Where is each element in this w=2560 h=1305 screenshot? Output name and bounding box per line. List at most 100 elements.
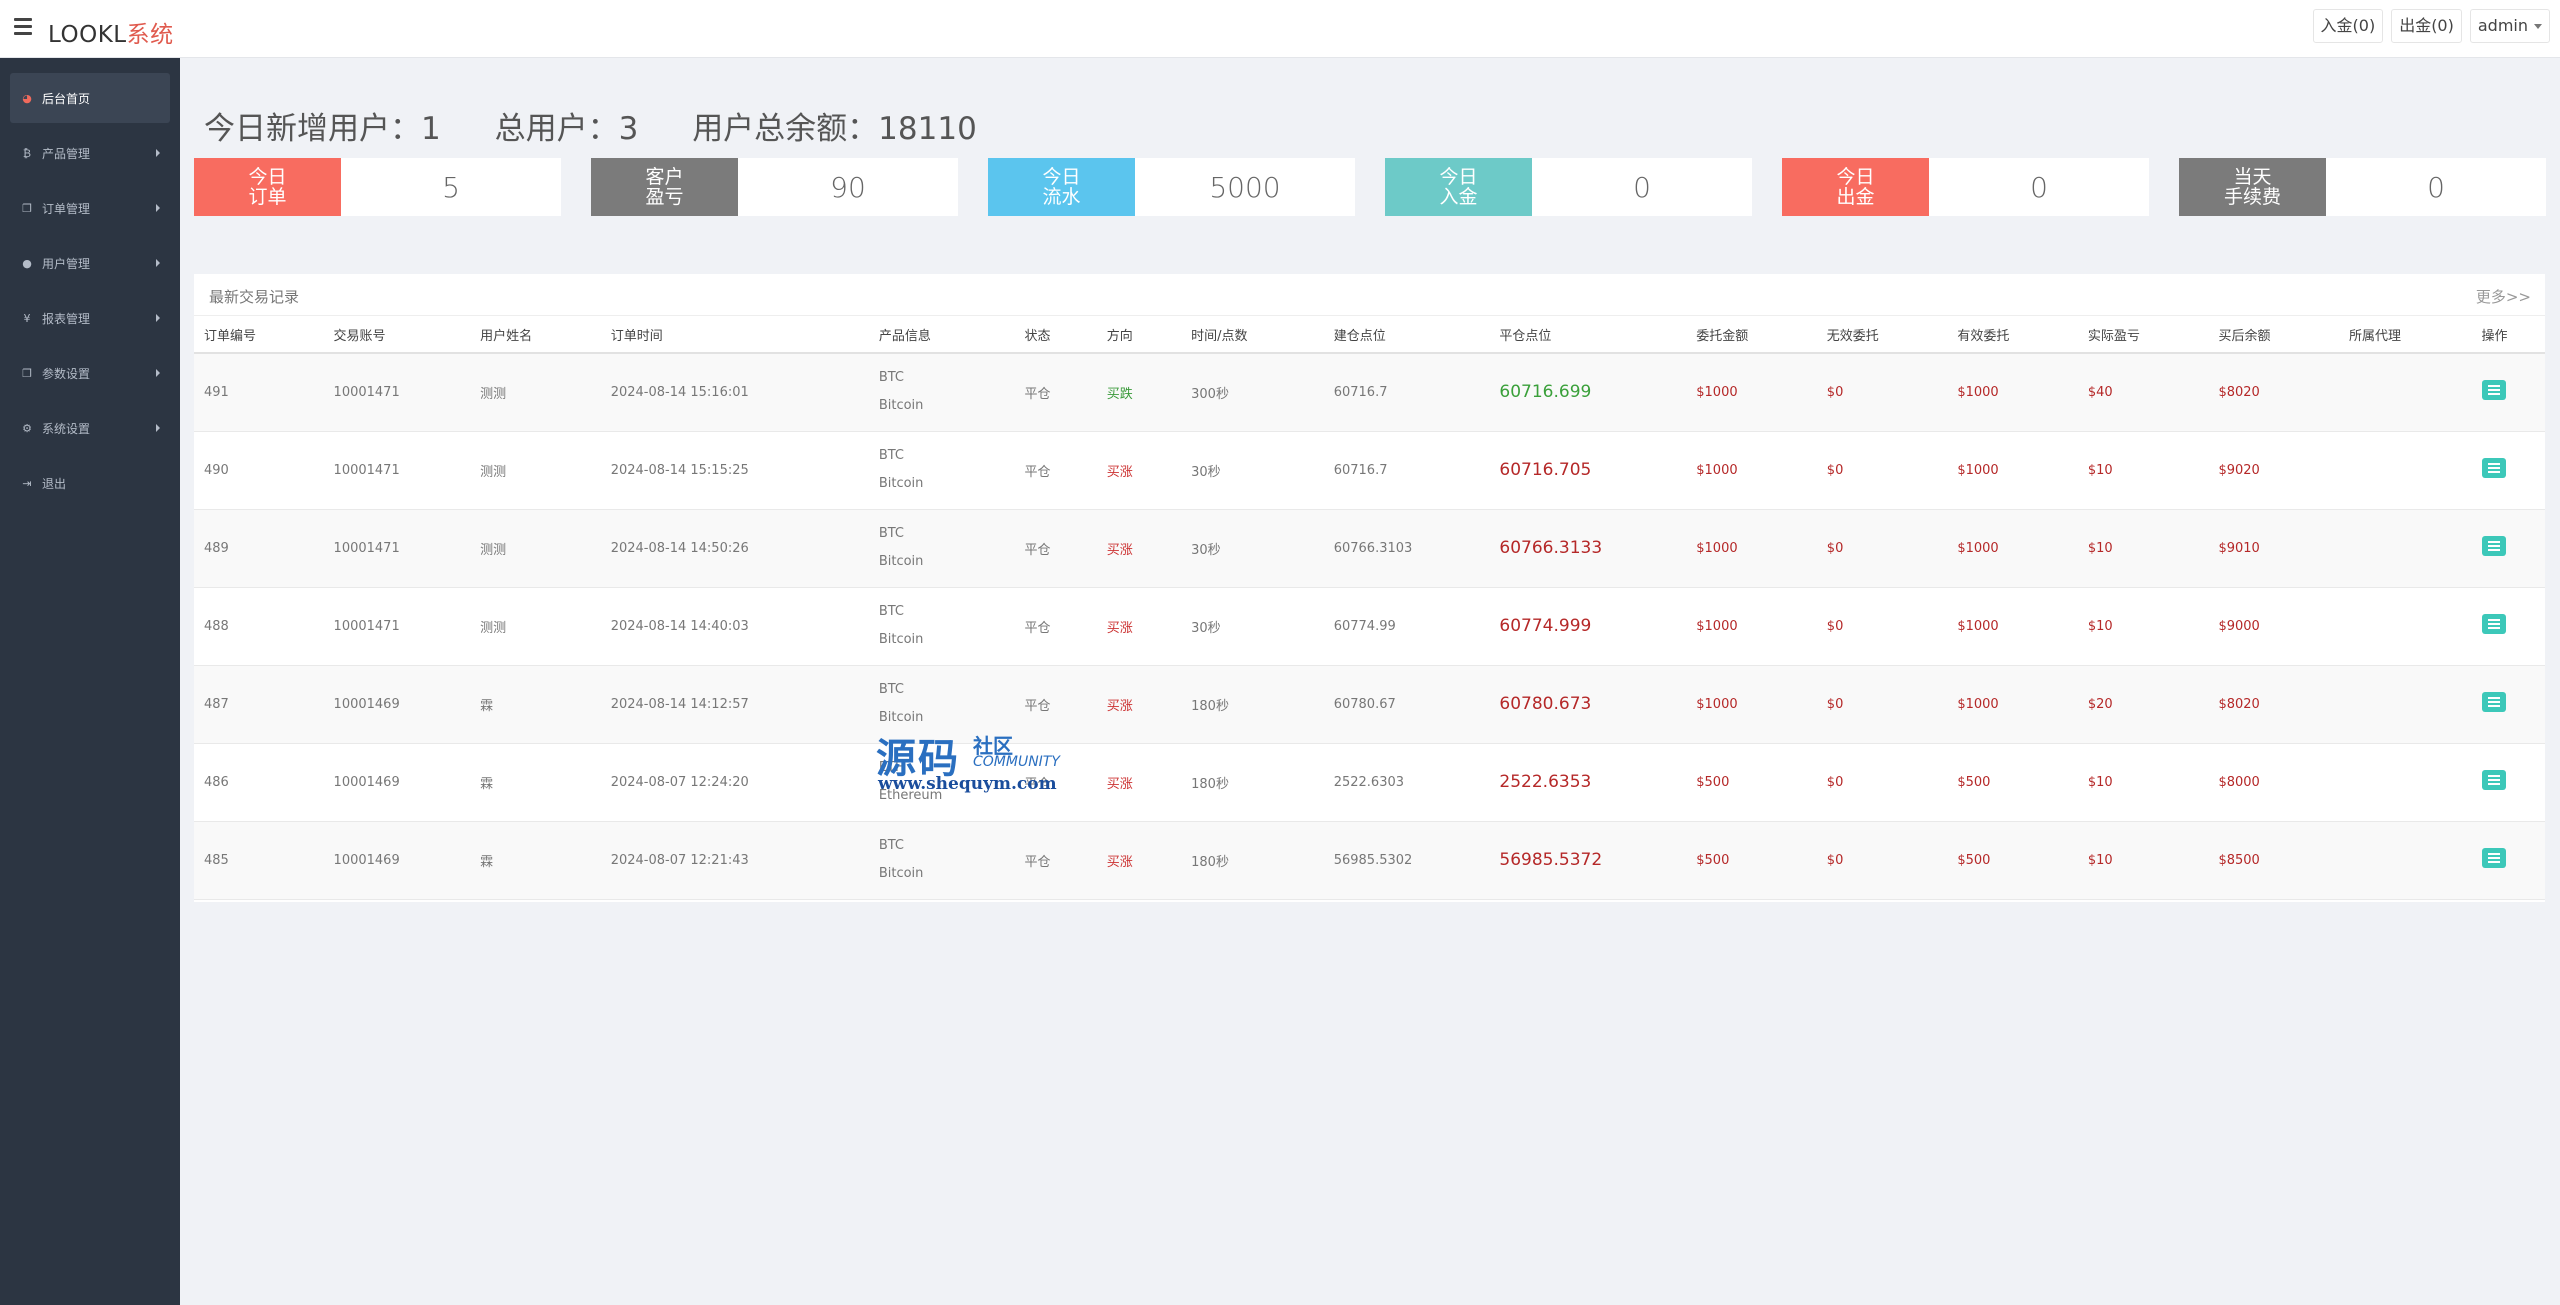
copy-icon: ❐ bbox=[22, 201, 32, 215]
account: 10001469 bbox=[324, 743, 471, 821]
invalid-amount-text: $0 bbox=[1826, 618, 1844, 634]
product-name: Bitcoin bbox=[878, 554, 924, 569]
balance-after-text: $9010 bbox=[2218, 540, 2260, 556]
agent bbox=[2339, 665, 2472, 743]
table-header-row: 订单编号 交易账号 用户姓名 订单时间 产品信息 状态 方向 时间/点数 建仓点位 平仓点位 委托金… bbox=[194, 316, 2545, 354]
open-price: 56985.5302 bbox=[1324, 821, 1490, 899]
invalid-amount-text: $0 bbox=[1826, 462, 1844, 478]
column-header: 交易账号 bbox=[323, 316, 471, 354]
open-price-text: 60716.7 bbox=[1333, 462, 1388, 478]
order-amount: $1000 bbox=[1686, 665, 1817, 743]
sidebar-item[interactable]: ◕ 后台首页 bbox=[10, 73, 170, 123]
order-time-text: 2024-08-07 12:24:20 bbox=[610, 774, 749, 790]
more-link[interactable]: 更多>> bbox=[2476, 286, 2531, 307]
duration-text: 180秒 bbox=[1191, 698, 1229, 714]
order-amount-text: $1000 bbox=[1696, 696, 1738, 712]
open-price: 2522.6303 bbox=[1324, 743, 1490, 821]
balance-after-text: $8020 bbox=[2218, 696, 2260, 712]
order-amount-text: $1000 bbox=[1696, 618, 1738, 634]
balance-after: $9010 bbox=[2208, 509, 2339, 587]
account: 10001469 bbox=[324, 821, 471, 899]
column-header: 订单编号 bbox=[194, 316, 324, 354]
open-price-text: 56985.5302 bbox=[1333, 852, 1413, 868]
trades-table: 订单编号 交易账号 用户姓名 订单时间 产品信息 状态 方向 时间/点数 建仓点位 平仓点位 委托金… bbox=[194, 316, 2545, 900]
order-time: 2024-08-07 12:24:20 bbox=[601, 743, 869, 821]
direction: 买涨 bbox=[1097, 431, 1181, 509]
operation bbox=[2472, 821, 2545, 899]
invalid-amount: $0 bbox=[1817, 665, 1948, 743]
duration-text: 180秒 bbox=[1191, 854, 1229, 870]
balance-after: $8500 bbox=[2208, 821, 2339, 899]
order-time: 2024-08-14 15:16:01 bbox=[601, 353, 869, 431]
sidebar-item[interactable]: ● 用户管理 bbox=[10, 238, 170, 288]
order-id-text: 488 bbox=[204, 618, 229, 634]
direction-text: 买涨 bbox=[1106, 464, 1133, 480]
order-id-text: 485 bbox=[204, 852, 229, 868]
chevron-right-icon bbox=[156, 204, 160, 212]
duration-text: 30秒 bbox=[1191, 464, 1221, 480]
view-details-icon[interactable] bbox=[2481, 770, 2506, 790]
profit-loss: $20 bbox=[2078, 665, 2209, 743]
stat-card: 今日 出金 0 bbox=[1782, 158, 2149, 216]
order-id-text: 487 bbox=[204, 696, 229, 712]
order-amount: $1000 bbox=[1686, 353, 1817, 431]
profit-loss-text: $10 bbox=[2087, 618, 2113, 634]
direction-text: 买涨 bbox=[1106, 542, 1133, 558]
panel-title: 最新交易记录 bbox=[209, 288, 300, 306]
order-time-text: 2024-08-07 12:21:43 bbox=[610, 852, 749, 868]
column-header: 平仓点位 bbox=[1489, 316, 1687, 354]
open-price: 60716.7 bbox=[1324, 431, 1490, 509]
order-id-text: 491 bbox=[204, 384, 229, 400]
sidebar-item[interactable]: ⇥ 退出 bbox=[10, 458, 170, 508]
withdraw-button[interactable]: 出金(0) bbox=[2391, 9, 2462, 43]
close-price: 60766.3133 bbox=[1489, 509, 1686, 587]
chevron-right-icon bbox=[156, 149, 160, 157]
view-details-icon[interactable] bbox=[2481, 692, 2506, 712]
product-info: BTC Bitcoin bbox=[869, 431, 1015, 509]
view-details-icon[interactable] bbox=[2481, 458, 2506, 478]
user-icon: ● bbox=[22, 256, 32, 270]
brand-logo: LOOKL系统 bbox=[48, 15, 174, 49]
watermark-community: COMMUNITY bbox=[973, 754, 1060, 770]
stat-card: 客户 盈亏 90 bbox=[591, 158, 958, 216]
operation bbox=[2472, 665, 2545, 743]
account: 10001471 bbox=[324, 509, 471, 587]
menu-toggle-icon[interactable] bbox=[14, 18, 32, 38]
product-name: Bitcoin bbox=[878, 398, 924, 414]
invalid-amount-text: $0 bbox=[1826, 774, 1844, 790]
view-details-icon[interactable] bbox=[2481, 536, 2506, 556]
sidebar-item[interactable]: ⚙ 系统设置 bbox=[10, 403, 170, 453]
open-price: 60780.67 bbox=[1324, 665, 1490, 743]
status-text: 平仓 bbox=[1024, 464, 1051, 480]
invalid-amount: $0 bbox=[1817, 353, 1948, 431]
duration: 180秒 bbox=[1181, 821, 1324, 899]
sidebar-item[interactable]: ❐ 订单管理 bbox=[10, 183, 170, 233]
view-details-icon[interactable] bbox=[2481, 848, 2506, 868]
view-details-icon[interactable] bbox=[2481, 380, 2506, 401]
product-info: BTC Bitcoin bbox=[869, 509, 1015, 587]
product-info: BTC Bitcoin bbox=[869, 587, 1015, 665]
order-time: 2024-08-14 14:40:03 bbox=[601, 587, 869, 665]
column-header: 操作 bbox=[2471, 316, 2545, 354]
deposit-button[interactable]: 入金(0) bbox=[2312, 9, 2384, 43]
user-name-text: 霖 bbox=[480, 854, 494, 870]
user-menu[interactable]: admin bbox=[2469, 9, 2550, 43]
agent bbox=[2339, 509, 2472, 587]
sidebar-item[interactable]: ¥ 报表管理 bbox=[10, 293, 170, 343]
chevron-right-icon bbox=[156, 259, 160, 267]
new-users-text: 今日新增用户：1 bbox=[204, 111, 441, 147]
sidebar-item[interactable]: ₿ 产品管理 bbox=[10, 128, 170, 178]
user-name: admin bbox=[2477, 16, 2528, 35]
order-id: 491 bbox=[194, 353, 324, 431]
invalid-amount: $0 bbox=[1817, 509, 1948, 587]
operation bbox=[2472, 743, 2545, 821]
valid-amount: $500 bbox=[1947, 821, 2078, 899]
account-text: 10001471 bbox=[333, 462, 400, 478]
profit-loss-text: $10 bbox=[2087, 540, 2113, 556]
column-header: 有效委托 bbox=[1947, 316, 2078, 354]
close-price: 60716.699 bbox=[1489, 353, 1686, 431]
status: 平仓 bbox=[1014, 509, 1096, 587]
duration: 180秒 bbox=[1181, 743, 1324, 821]
sidebar-item[interactable]: ❐ 参数设置 bbox=[10, 348, 170, 398]
view-details-icon[interactable] bbox=[2481, 614, 2506, 634]
